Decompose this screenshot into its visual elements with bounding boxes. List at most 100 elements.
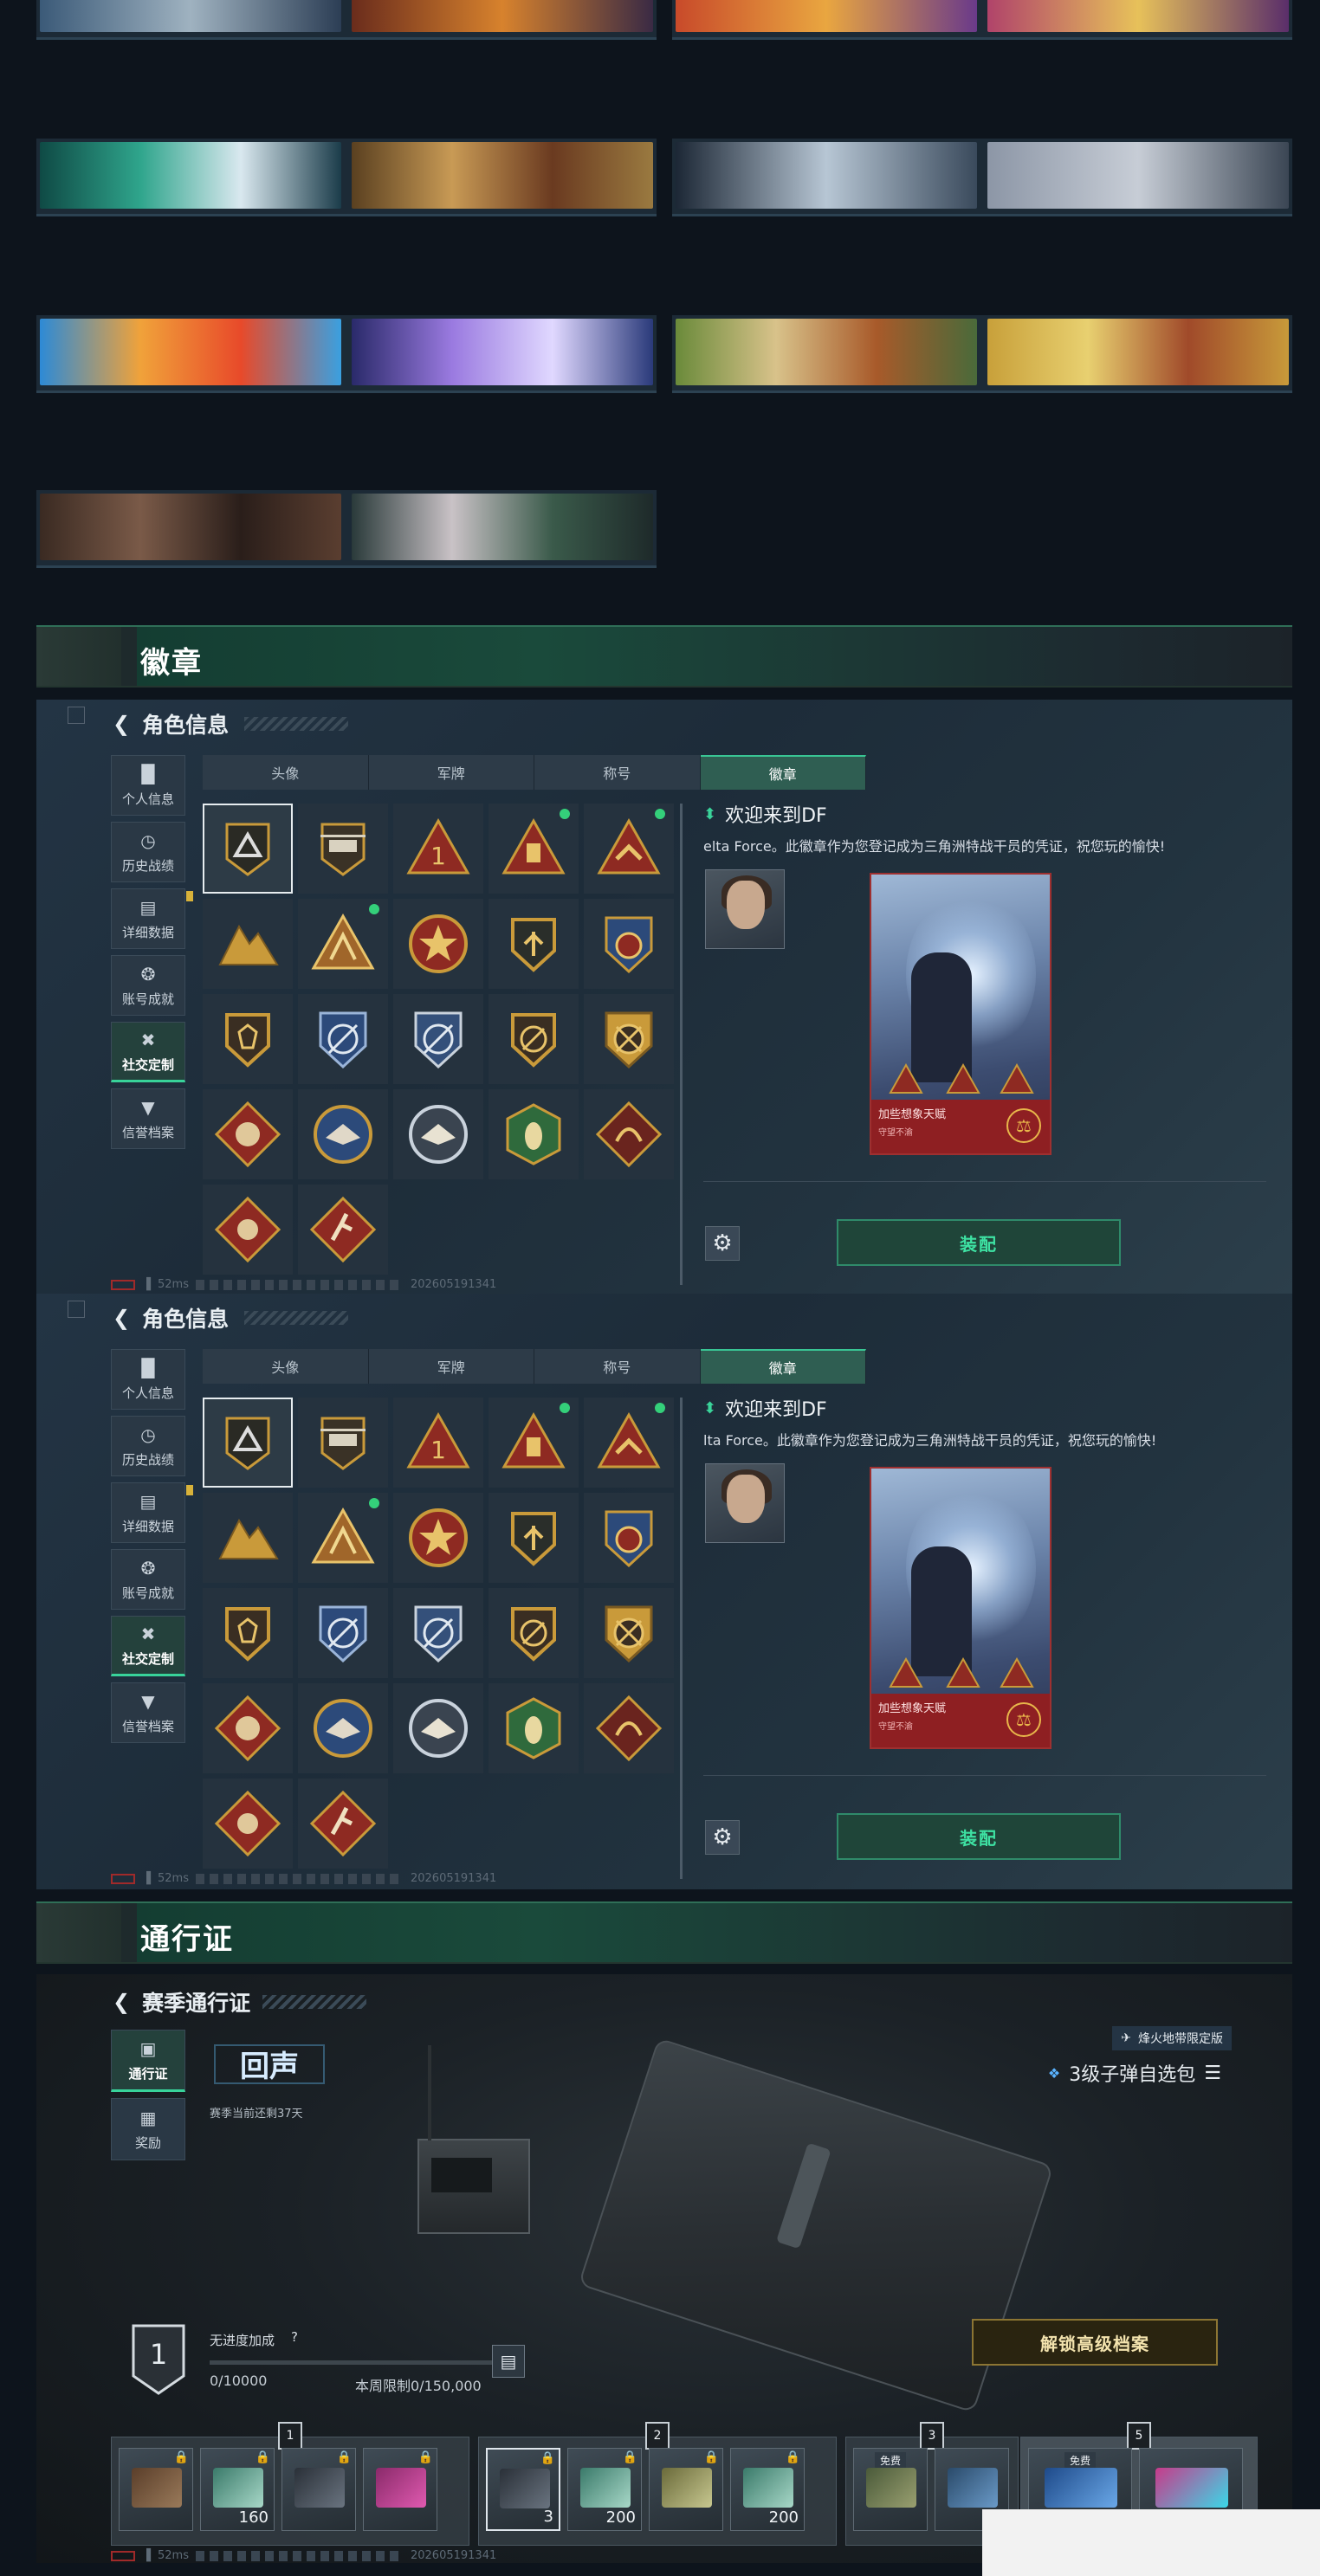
side-nav-item-history[interactable]: ◷ 历史战绩: [111, 822, 185, 882]
side-nav-item-history[interactable]: ◷ 历史战绩: [111, 1416, 185, 1476]
badge-item[interactable]: [489, 1493, 579, 1583]
badge-item[interactable]: [584, 1398, 674, 1488]
badge-item[interactable]: [298, 804, 388, 894]
new-indicator-dot: [560, 1403, 570, 1413]
badge-item[interactable]: [298, 1493, 388, 1583]
select-checkbox[interactable]: [68, 1301, 85, 1318]
side-nav-item-profile[interactable]: ▐▌ 个人信息: [111, 1349, 185, 1410]
badge-item[interactable]: [203, 804, 293, 894]
back-arrow-icon[interactable]: ❮: [113, 1306, 130, 1330]
tab-badge[interactable]: 徽章: [700, 1349, 866, 1384]
reward-item[interactable]: 🔒 200: [730, 2448, 805, 2531]
side-nav-item-rewards[interactable]: ▦ 奖励: [111, 2098, 185, 2160]
side-nav-item-social[interactable]: ✖ 社交定制: [111, 1022, 185, 1082]
badge-item[interactable]: [584, 1089, 674, 1179]
reward-pack-line[interactable]: ❖ 3级子弹自选包 ☰: [1048, 2059, 1221, 2087]
badge-item[interactable]: [203, 1185, 293, 1275]
tab-title[interactable]: 称号: [534, 755, 701, 790]
badge-item[interactable]: 1: [393, 804, 483, 894]
tab-avatar[interactable]: 头像: [203, 1349, 369, 1384]
badge-item[interactable]: [203, 1683, 293, 1773]
back-arrow-icon[interactable]: ❮: [113, 1990, 130, 2014]
badge-item[interactable]: 1: [393, 1398, 483, 1488]
settings-gear-icon[interactable]: ⚙: [705, 1226, 740, 1261]
tab-dogtag[interactable]: 军牌: [368, 755, 534, 790]
badge-item[interactable]: [298, 1588, 388, 1678]
list-icon[interactable]: ☰: [1204, 2063, 1221, 2084]
badge-item[interactable]: [393, 1588, 483, 1678]
badge-item[interactable]: [298, 1185, 388, 1275]
tab-title[interactable]: 称号: [534, 1349, 701, 1384]
badge-item[interactable]: [489, 1588, 579, 1678]
xp-card-icon[interactable]: ▤: [492, 2345, 525, 2378]
badge-item[interactable]: [393, 1493, 483, 1583]
badge-item[interactable]: [203, 1089, 293, 1179]
side-nav-item-reputation[interactable]: ▼ 信誉档案: [111, 1682, 185, 1743]
badge-item[interactable]: [203, 1779, 293, 1869]
badge-item[interactable]: [298, 994, 388, 1084]
equip-button[interactable]: 装配: [837, 1219, 1121, 1266]
reward-item[interactable]: 🔒 200: [567, 2448, 642, 2531]
badge-item[interactable]: [203, 994, 293, 1084]
badge-item[interactable]: [393, 1089, 483, 1179]
badge-item[interactable]: [298, 1089, 388, 1179]
tab-dogtag[interactable]: 军牌: [368, 1349, 534, 1384]
help-icon[interactable]: ?: [291, 2329, 298, 2345]
reward-item[interactable]: 🔒 3: [486, 2448, 560, 2531]
badge-item[interactable]: [584, 804, 674, 894]
side-nav-item-achievements[interactable]: ❂ 账号成就: [111, 1549, 185, 1610]
badge-item[interactable]: [584, 899, 674, 989]
equip-button[interactable]: 装配: [837, 1813, 1121, 1860]
badge-item[interactable]: [298, 899, 388, 989]
reward-item[interactable]: 免费: [853, 2448, 928, 2531]
badge-item[interactable]: [393, 1683, 483, 1773]
reward-item[interactable]: 🔒: [363, 2448, 437, 2531]
banner-item[interactable]: [36, 0, 657, 40]
reward-item[interactable]: 🔒: [119, 2448, 193, 2531]
badge-item[interactable]: [489, 1089, 579, 1179]
badge-item[interactable]: [489, 1398, 579, 1488]
badge-item[interactable]: [489, 899, 579, 989]
banner-item[interactable]: [672, 315, 1292, 393]
reward-item[interactable]: 🔒 160: [200, 2448, 275, 2531]
side-nav-item-details[interactable]: ▤ 详细数据: [111, 888, 193, 949]
mountain-badge-icon: [218, 924, 279, 965]
badge-item[interactable]: [298, 1779, 388, 1869]
tab-badge[interactable]: 徽章: [700, 755, 866, 790]
badge-item[interactable]: [489, 804, 579, 894]
side-nav-item-pass[interactable]: ▣ 通行证: [111, 2030, 185, 2092]
badge-item[interactable]: [393, 994, 483, 1084]
badge-item[interactable]: [584, 1683, 674, 1773]
side-nav-item-social[interactable]: ✖ 社交定制: [111, 1616, 185, 1676]
side-nav-item-reputation[interactable]: ▼ 信誉档案: [111, 1088, 185, 1149]
badge-item[interactable]: [584, 1588, 674, 1678]
badge-item[interactable]: [584, 994, 674, 1084]
badge-item[interactable]: [393, 899, 483, 989]
banner-item[interactable]: [672, 0, 1292, 40]
badge-item[interactable]: [489, 1683, 579, 1773]
banner-item[interactable]: [672, 139, 1292, 216]
unlock-premium-button[interactable]: 解锁高级档案: [972, 2319, 1218, 2366]
badge-item[interactable]: [584, 1493, 674, 1583]
settings-gear-icon[interactable]: ⚙: [705, 1820, 740, 1855]
badge-item[interactable]: [203, 1398, 293, 1488]
badge-item[interactable]: [298, 1398, 388, 1488]
badge-item[interactable]: [298, 1683, 388, 1773]
select-checkbox[interactable]: [68, 707, 85, 724]
banner-item[interactable]: [36, 139, 657, 216]
badge-item[interactable]: [203, 1493, 293, 1583]
back-arrow-icon[interactable]: ❮: [113, 712, 130, 736]
reward-item[interactable]: 🔒: [649, 2448, 723, 2531]
diamond-icon: ❖: [1047, 2064, 1061, 2082]
tab-avatar[interactable]: 头像: [203, 755, 369, 790]
badge-item[interactable]: [203, 1588, 293, 1678]
reward-item[interactable]: 🔒: [281, 2448, 356, 2531]
side-nav-item-details[interactable]: ▤ 详细数据: [111, 1482, 193, 1543]
badge-item[interactable]: [489, 994, 579, 1084]
banner-item[interactable]: [36, 315, 657, 393]
side-nav-item-achievements[interactable]: ❂ 账号成就: [111, 955, 185, 1016]
header-block: [36, 627, 121, 686]
side-nav-item-profile[interactable]: ▐▌ 个人信息: [111, 755, 185, 816]
badge-item[interactable]: [203, 899, 293, 989]
banner-item[interactable]: [36, 490, 657, 568]
